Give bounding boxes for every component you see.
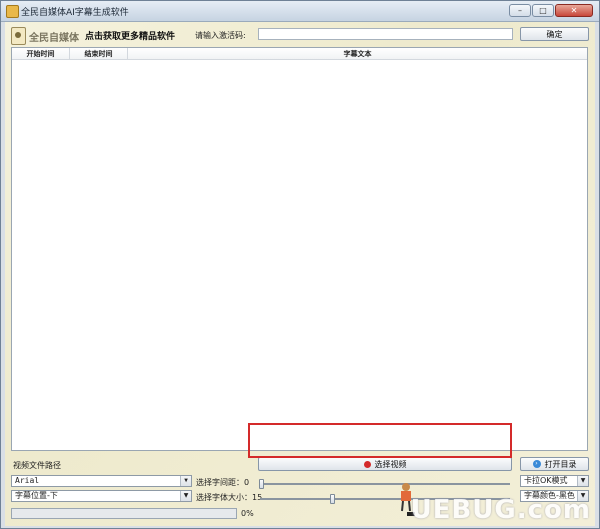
brand-logo: 全民自媒体 — [11, 27, 79, 45]
confirm-button[interactable]: 确定 — [520, 27, 589, 41]
record-icon — [363, 460, 371, 468]
font-size-label: 选择字体大小：15 — [196, 493, 263, 502]
table-header: 开始时间 结束时间 字幕文本 — [12, 48, 587, 60]
video-path-label: 视频文件路径 — [13, 461, 61, 470]
char-spacing-slider-thumb[interactable] — [259, 479, 264, 489]
app-window: 全民自媒体AI字幕生成软件 – □ ✕ 全民自媒体 点击获取更多精品软件 请输入… — [0, 0, 600, 529]
chevron-down-icon: ▼ — [180, 476, 191, 486]
maximize-button[interactable]: □ — [532, 4, 554, 17]
progress-percent: 0% — [241, 509, 254, 518]
logo-icon — [11, 27, 26, 45]
column-header-start-time[interactable]: 开始时间 — [12, 48, 70, 59]
minimize-button[interactable]: – — [509, 4, 531, 17]
activation-code-label: 请输入激活码: — [195, 31, 246, 40]
subtitle-position-value: 字幕位置-下 — [15, 491, 58, 500]
char-spacing-label: 选择字间距：0 — [196, 478, 250, 487]
mode-select-value: 卡拉OK模式 — [524, 476, 568, 485]
subtitle-position-select[interactable]: 字幕位置-下 ▼ — [11, 490, 192, 502]
chevron-down-icon: ▼ — [577, 476, 588, 486]
select-video-label: 选择视频 — [374, 459, 407, 469]
open-folder-icon: › — [532, 460, 541, 468]
font-select-value: Arial — [15, 476, 40, 485]
font-size-slider-thumb[interactable] — [330, 494, 335, 504]
site-watermark: UEBUG.com — [410, 495, 591, 525]
window-controls: – □ ✕ — [508, 4, 593, 17]
column-header-subtitle-text[interactable]: 字幕文本 — [128, 48, 587, 59]
window-title: 全民自媒体AI字幕生成软件 — [21, 8, 129, 18]
annotation-highlight-box — [248, 423, 512, 458]
open-directory-label: 打开目录 — [544, 459, 577, 469]
subtitle-table: 开始时间 结束时间 字幕文本 — [11, 47, 588, 451]
chevron-down-icon: ▼ — [180, 491, 191, 501]
activation-code-input[interactable] — [258, 28, 513, 40]
open-directory-button[interactable]: › 打开目录 — [520, 457, 589, 471]
promo-link[interactable]: 点击获取更多精品软件 — [85, 29, 175, 42]
select-video-button[interactable]: 选择视频 — [258, 457, 512, 471]
font-select[interactable]: Arial ▼ — [11, 475, 192, 487]
char-spacing-slider-track[interactable] — [260, 483, 510, 485]
mode-select[interactable]: 卡拉OK模式 ▼ — [520, 475, 589, 487]
logo-text: 全民自媒体 — [29, 32, 79, 44]
column-header-end-time[interactable]: 结束时间 — [70, 48, 128, 59]
app-icon — [6, 5, 19, 18]
progress-bar — [11, 508, 237, 519]
title-bar: 全民自媒体AI字幕生成软件 – □ ✕ — [1, 1, 599, 22]
close-button[interactable]: ✕ — [555, 4, 593, 17]
